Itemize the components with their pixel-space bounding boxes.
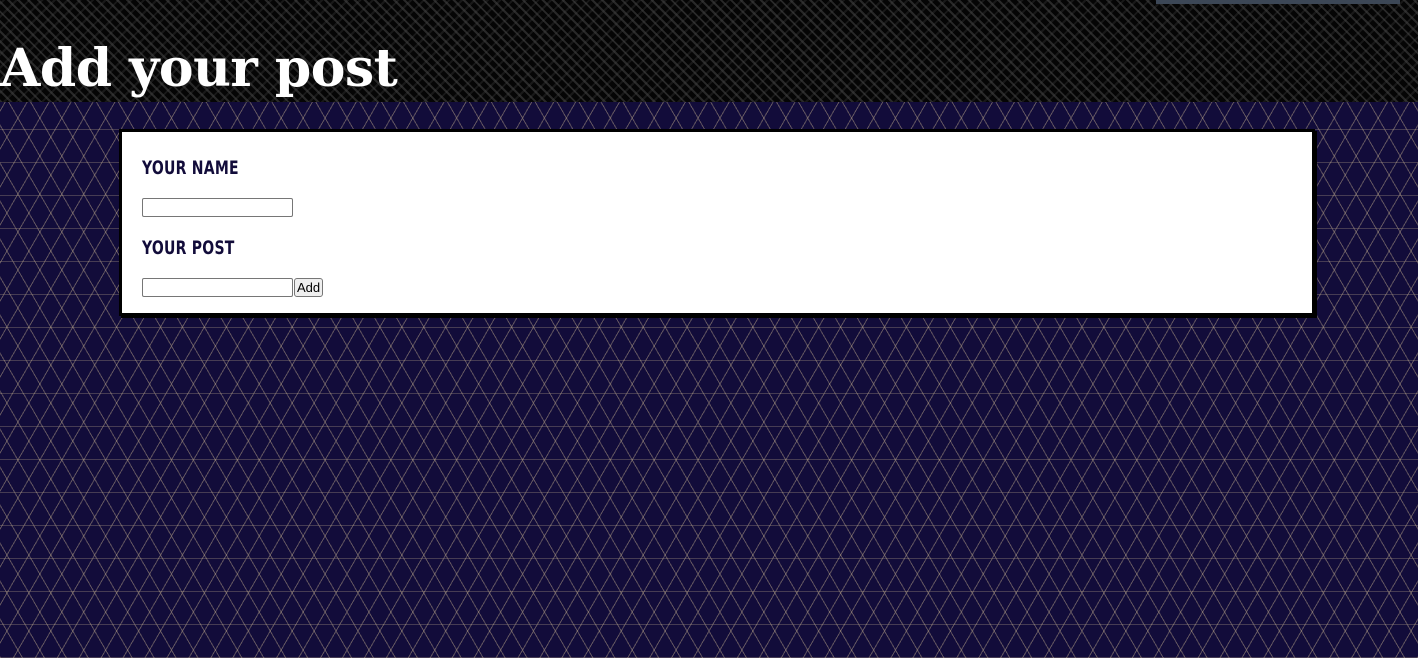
post-input[interactable] — [142, 278, 293, 297]
post-form: Your Name Your Post Add — [119, 129, 1315, 316]
top-tab-bar[interactable] — [1156, 0, 1400, 4]
post-label: Your Post — [142, 237, 235, 259]
name-label: Your Name — [142, 157, 239, 179]
name-input[interactable] — [142, 198, 293, 217]
add-button[interactable]: Add — [294, 278, 324, 297]
page-title: Add your post — [0, 38, 398, 99]
